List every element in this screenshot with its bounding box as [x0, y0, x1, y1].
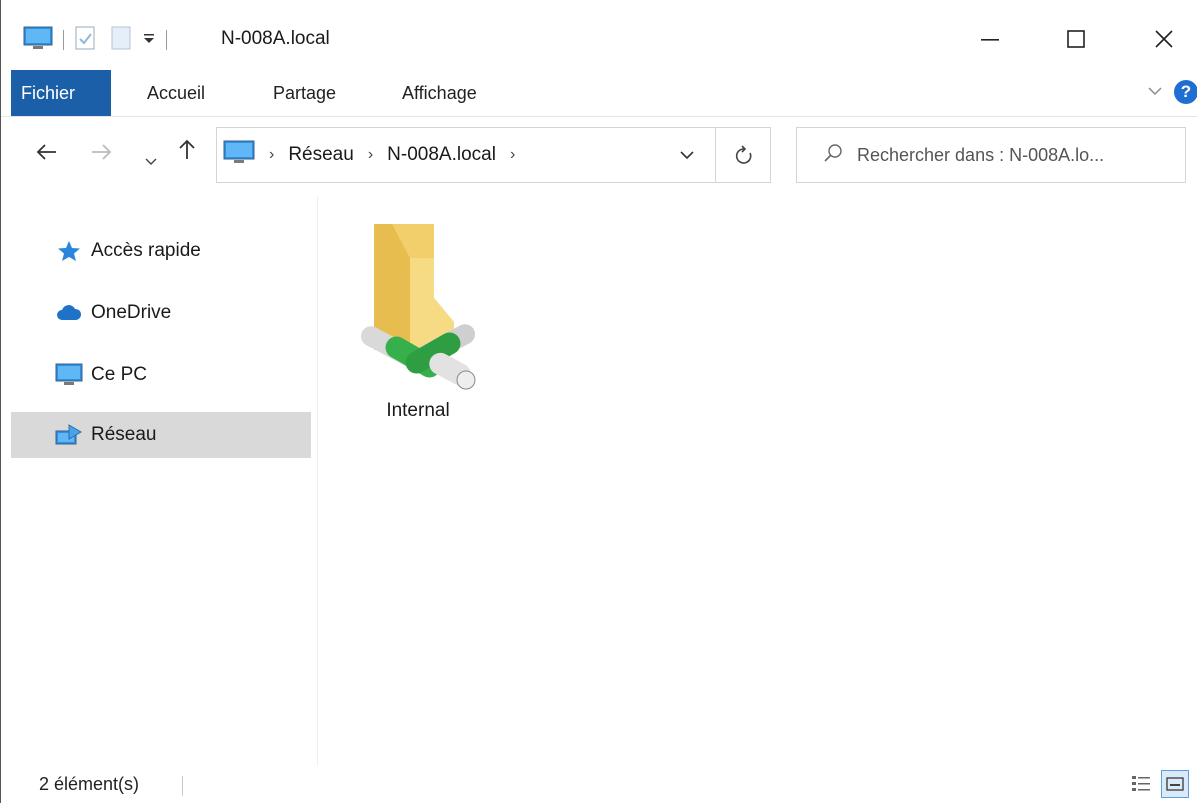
- large-icons-view-button[interactable]: [1161, 770, 1189, 798]
- properties-icon[interactable]: [74, 25, 96, 56]
- help-button[interactable]: ?: [1174, 80, 1197, 104]
- list-item-internal[interactable]: Internal: [348, 218, 488, 428]
- breadcrumb-chevron-icon[interactable]: ›: [510, 146, 515, 164]
- close-button[interactable]: [1141, 16, 1187, 62]
- item-count: 2 élément(s): [39, 774, 140, 794]
- navigation-pane: Accès rapide OneDrive Ce PC Réseau: [1, 196, 318, 766]
- up-button[interactable]: [177, 138, 197, 167]
- forward-button[interactable]: [91, 140, 113, 168]
- expand-ribbon-icon[interactable]: [1148, 83, 1162, 101]
- sidebar-item-acces-rapide[interactable]: Accès rapide: [11, 228, 311, 274]
- breadcrumb: › Réseau › N-008A.local ›: [223, 128, 529, 182]
- minimize-button[interactable]: [967, 16, 1013, 62]
- tab-accueil[interactable]: Accueil: [133, 70, 219, 116]
- title-bar: N-008A.local: [1, 0, 1197, 70]
- maximize-button[interactable]: [1053, 16, 1099, 62]
- sidebar-item-label: Réseau: [91, 424, 157, 445]
- search-icon: [823, 143, 843, 168]
- tab-affichage[interactable]: Affichage: [388, 70, 491, 116]
- computer-icon: [223, 139, 255, 171]
- qat-customize-icon[interactable]: [142, 31, 156, 50]
- recent-locations-button[interactable]: [145, 146, 157, 174]
- breadcrumb-chevron-icon[interactable]: ›: [269, 146, 274, 164]
- address-bar[interactable]: › Réseau › N-008A.local ›: [216, 127, 771, 183]
- breadcrumb-reseau[interactable]: Réseau: [288, 144, 354, 166]
- network-share-folder-icon: [348, 218, 488, 398]
- computer-icon[interactable]: [23, 25, 53, 56]
- details-view-button[interactable]: [1128, 770, 1154, 796]
- sidebar-item-reseau[interactable]: Réseau: [11, 412, 311, 458]
- refresh-button[interactable]: [715, 128, 771, 182]
- search-field[interactable]: Rechercher dans : N-008A.lo...: [796, 127, 1186, 183]
- new-folder-icon[interactable]: [110, 25, 132, 56]
- sidebar-item-label: Accès rapide: [91, 240, 201, 261]
- star-icon: [55, 239, 83, 263]
- item-label: Internal: [386, 400, 450, 421]
- sidebar-item-label: OneDrive: [91, 302, 172, 323]
- search-placeholder: Rechercher dans : N-008A.lo...: [857, 144, 1105, 165]
- sidebar-item-ce-pc[interactable]: Ce PC: [11, 352, 311, 398]
- sidebar-item-label: Ce PC: [91, 364, 147, 385]
- tab-fichier[interactable]: Fichier: [11, 70, 111, 116]
- explorer-window: N-008A.local Fichier Accueil Partage Aff…: [0, 0, 1197, 803]
- window-title: N-008A.local: [221, 28, 330, 49]
- tab-partage[interactable]: Partage: [259, 70, 350, 116]
- computer-icon: [55, 363, 83, 387]
- file-list: Internal: [318, 196, 1197, 766]
- quick-access-toolbar: [23, 24, 177, 56]
- back-button[interactable]: [35, 140, 57, 168]
- cloud-icon: [55, 301, 83, 325]
- navigation-bar: › Réseau › N-008A.local › Rechercher dan…: [1, 116, 1197, 196]
- ribbon-tabs: Fichier Accueil Partage Affichage ?: [1, 70, 1197, 117]
- status-bar: 2 élément(s): [1, 766, 1197, 803]
- breadcrumb-host[interactable]: N-008A.local: [387, 144, 496, 166]
- sidebar-item-onedrive[interactable]: OneDrive: [11, 290, 311, 336]
- network-icon: [55, 423, 83, 447]
- address-dropdown-button[interactable]: [662, 128, 712, 182]
- breadcrumb-chevron-icon[interactable]: ›: [368, 146, 373, 164]
